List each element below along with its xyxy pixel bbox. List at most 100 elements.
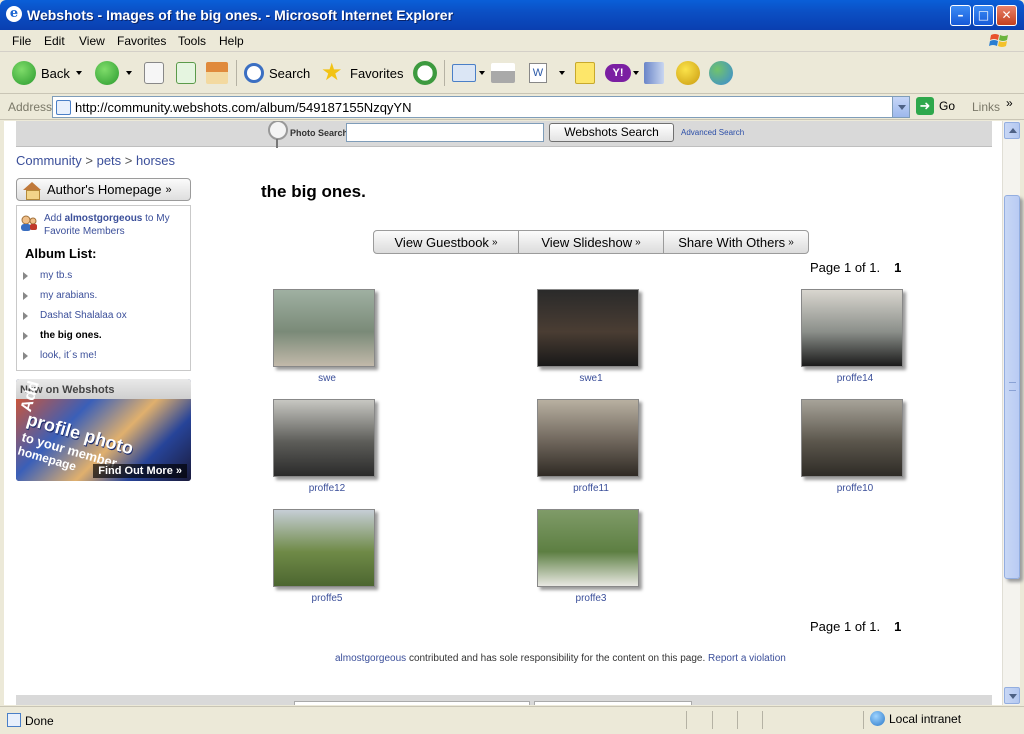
- menu-edit[interactable]: Edit: [44, 34, 65, 48]
- back-button[interactable]: Back: [12, 60, 70, 86]
- authors-homepage-button[interactable]: Author's Homepage »: [16, 178, 191, 201]
- home-icon: [206, 62, 228, 84]
- photo-caption[interactable]: swe: [272, 373, 382, 384]
- favorites-button[interactable]: ★ Favorites: [321, 60, 403, 86]
- photo-thumbnail[interactable]: [801, 399, 903, 477]
- photo-caption[interactable]: proffe14: [800, 373, 910, 384]
- windows-logo-icon: [989, 34, 1008, 47]
- back-dropdown-icon[interactable]: [76, 71, 82, 75]
- photo-search-input[interactable]: [346, 123, 544, 142]
- photo-caption[interactable]: swe1: [536, 373, 646, 384]
- photo-thumbnail[interactable]: [537, 509, 639, 587]
- research-button[interactable]: [644, 60, 664, 86]
- status-bar: Done Local intranet: [0, 706, 1024, 734]
- forward-button[interactable]: [95, 60, 119, 86]
- photo-caption[interactable]: proffe5: [272, 593, 382, 604]
- address-field[interactable]: http://community.webshots.com/album/5491…: [52, 96, 910, 118]
- menu-favorites[interactable]: Favorites: [117, 34, 166, 48]
- photo-caption[interactable]: proffe10: [800, 483, 910, 494]
- photo-thumbnail[interactable]: [537, 289, 639, 367]
- print-button[interactable]: [491, 60, 515, 86]
- refresh-button[interactable]: [176, 60, 196, 86]
- yahoo-button[interactable]: Y!: [605, 60, 631, 86]
- photo-caption[interactable]: proffe11: [536, 483, 646, 494]
- yahoo-dropdown-icon[interactable]: [633, 71, 639, 75]
- menu-bar: File Edit View Favorites Tools Help: [0, 30, 1024, 52]
- photo-caption[interactable]: proffe3: [536, 593, 646, 604]
- pager-top: Page 1 of 1. 1: [810, 260, 902, 275]
- magnifier-icon: [268, 121, 288, 148]
- windows-messenger-button[interactable]: [709, 60, 733, 86]
- new-on-webshots-promo[interactable]: New on Webshots Add a profile photo to y…: [16, 379, 191, 481]
- bottom-search-bar: [16, 695, 992, 705]
- breadcrumb-pets[interactable]: pets: [97, 153, 122, 168]
- view-guestbook-button[interactable]: View Guestbook»: [374, 231, 519, 253]
- report-violation-link[interactable]: Report a violation: [708, 653, 786, 664]
- album-actions: View Guestbook» View Slideshow» Share Wi…: [373, 230, 809, 254]
- menu-file[interactable]: File: [12, 34, 31, 48]
- scroll-up-arrow-icon[interactable]: [1004, 122, 1020, 139]
- photo-thumbnail[interactable]: [273, 399, 375, 477]
- edit-dropdown-icon[interactable]: [559, 71, 565, 75]
- menu-view[interactable]: View: [79, 34, 105, 48]
- page-number-link[interactable]: 1: [894, 619, 901, 634]
- photo-thumbnail[interactable]: [537, 399, 639, 477]
- home-button[interactable]: [206, 60, 228, 86]
- address-url[interactable]: http://community.webshots.com/album/5491…: [75, 100, 411, 115]
- search-icon: [244, 63, 264, 83]
- breadcrumb-community[interactable]: Community: [16, 153, 82, 168]
- mail-dropdown-icon[interactable]: [479, 71, 485, 75]
- search-button[interactable]: Search: [244, 60, 310, 86]
- favorites-star-icon: ★: [321, 59, 343, 86]
- go-button[interactable]: ➜ Go: [916, 97, 955, 115]
- links-button[interactable]: Links: [972, 100, 1000, 114]
- find-out-more-link[interactable]: Find Out More »: [93, 464, 187, 478]
- address-dropdown-icon[interactable]: [892, 97, 909, 117]
- photo-thumbnail[interactable]: [273, 509, 375, 587]
- view-slideshow-button[interactable]: View Slideshow»: [519, 231, 664, 253]
- photo-thumbnail[interactable]: [801, 289, 903, 367]
- advanced-search-link[interactable]: Advanced Search: [681, 128, 744, 137]
- add-favorite-member-link[interactable]: Add almostgorgeous to My Favorite Member…: [44, 212, 189, 238]
- album-link-look-its-me[interactable]: look, it´s me!: [21, 348, 189, 368]
- local-intranet-icon: [870, 711, 885, 726]
- page-viewport: Photo Search Webshots Search Advanced Se…: [4, 121, 1002, 705]
- mail-button[interactable]: [452, 60, 476, 86]
- vertical-scrollbar[interactable]: [1002, 121, 1020, 705]
- album-link-my-arabians[interactable]: my arabians.: [21, 288, 189, 308]
- album-list: my tb.s my arabians. Dashat Shalalaa ox …: [21, 268, 189, 368]
- scroll-down-arrow-icon[interactable]: [1004, 687, 1020, 704]
- address-bar: Address http://community.webshots.com/al…: [0, 94, 1024, 120]
- webshots-search-button[interactable]: Webshots Search: [549, 123, 674, 142]
- forward-dropdown-icon[interactable]: [126, 71, 132, 75]
- share-with-others-button[interactable]: Share With Others»: [664, 231, 808, 253]
- page-number-link[interactable]: 1: [894, 260, 901, 275]
- photo-thumbnail[interactable]: [273, 289, 375, 367]
- photo-search-label: Photo Search: [290, 128, 349, 138]
- photo-search-bar: Photo Search Webshots Search Advanced Se…: [16, 121, 992, 148]
- breadcrumb-horses[interactable]: horses: [136, 153, 175, 168]
- minimize-button[interactable]: –: [950, 5, 971, 26]
- scroll-thumb[interactable]: [1004, 195, 1020, 579]
- menu-help[interactable]: Help: [219, 34, 244, 48]
- windows-messenger-icon: [709, 61, 733, 85]
- contributor-link[interactable]: almostgorgeous: [335, 653, 406, 664]
- yahoo-icon: Y!: [605, 64, 631, 82]
- close-button[interactable]: ✕: [996, 5, 1017, 26]
- menu-tools[interactable]: Tools: [178, 34, 206, 48]
- links-chevron-icon[interactable]: »: [1006, 96, 1013, 110]
- messenger-button[interactable]: [676, 60, 700, 86]
- history-icon: [413, 61, 437, 85]
- home-icon: [23, 181, 41, 200]
- album-link-my-tbs[interactable]: my tb.s: [21, 268, 189, 288]
- photo-caption[interactable]: proffe12: [272, 483, 382, 494]
- album-list-panel: Add almostgorgeous to My Favorite Member…: [16, 205, 191, 371]
- album-link-dashat-shalalaa[interactable]: Dashat Shalalaa ox: [21, 308, 189, 328]
- edit-button[interactable]: W: [529, 60, 547, 86]
- yahoo-messenger-icon: [676, 61, 700, 85]
- maximize-button[interactable]: □: [973, 5, 994, 26]
- album-link-the-big-ones[interactable]: the big ones.: [21, 328, 189, 348]
- history-button[interactable]: [413, 60, 437, 86]
- notes-button[interactable]: [575, 60, 595, 86]
- stop-button[interactable]: [144, 60, 164, 86]
